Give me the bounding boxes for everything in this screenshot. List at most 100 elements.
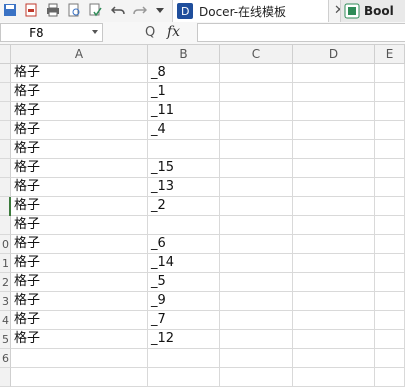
cell[interactable]: [148, 216, 220, 235]
cell[interactable]: _13: [148, 178, 220, 197]
row-header[interactable]: [0, 216, 11, 235]
cell[interactable]: [148, 140, 220, 159]
insert-function-button[interactable]: fx: [167, 24, 180, 40]
tab-book[interactable]: Bool: [340, 0, 405, 22]
cell[interactable]: [148, 349, 220, 368]
cell[interactable]: [220, 292, 293, 311]
cell[interactable]: _8: [148, 64, 220, 83]
cell[interactable]: 格子: [11, 311, 148, 330]
cell[interactable]: 格子: [11, 292, 148, 311]
row-header[interactable]: [0, 178, 11, 197]
cell[interactable]: [375, 121, 405, 140]
row-header[interactable]: 5: [0, 330, 11, 349]
column-header-b[interactable]: B: [148, 45, 220, 64]
cell[interactable]: _5: [148, 273, 220, 292]
cell[interactable]: [220, 311, 293, 330]
cell[interactable]: 格子: [11, 102, 148, 121]
cell[interactable]: [375, 254, 405, 273]
cell[interactable]: [220, 140, 293, 159]
print-icon[interactable]: [46, 3, 60, 17]
cell[interactable]: [220, 102, 293, 121]
cell[interactable]: [293, 235, 375, 254]
undo-icon[interactable]: [111, 3, 125, 17]
cell[interactable]: [220, 254, 293, 273]
zoom-icon[interactable]: Q: [145, 25, 155, 40]
cell[interactable]: 格子: [11, 273, 148, 292]
cell[interactable]: 格子: [11, 64, 148, 83]
cell[interactable]: [375, 197, 405, 216]
column-header-e[interactable]: E: [375, 45, 405, 64]
cell[interactable]: [293, 178, 375, 197]
save-icon[interactable]: [3, 3, 17, 17]
cell[interactable]: _2: [148, 197, 220, 216]
cell[interactable]: 格子: [11, 140, 148, 159]
cell[interactable]: [293, 254, 375, 273]
cell[interactable]: _4: [148, 121, 220, 140]
column-header-a[interactable]: A: [11, 45, 148, 64]
select-all-corner[interactable]: [0, 45, 11, 64]
cell[interactable]: 格子: [11, 330, 148, 349]
row-header[interactable]: [0, 121, 11, 140]
cell[interactable]: _11: [148, 102, 220, 121]
cell[interactable]: [293, 349, 375, 368]
cell[interactable]: [220, 273, 293, 292]
cell[interactable]: [375, 159, 405, 178]
cell[interactable]: [293, 273, 375, 292]
cell[interactable]: [220, 159, 293, 178]
cell[interactable]: _12: [148, 330, 220, 349]
cell[interactable]: [220, 216, 293, 235]
cell[interactable]: [293, 140, 375, 159]
cell[interactable]: [220, 349, 293, 368]
tab-docer-templates[interactable]: D Docer-在线模板: [172, 0, 329, 22]
formula-input[interactable]: [197, 23, 405, 42]
cell[interactable]: [375, 102, 405, 121]
cell[interactable]: _9: [148, 292, 220, 311]
cell[interactable]: 格子: [11, 216, 148, 235]
cell[interactable]: [293, 64, 375, 83]
row-header[interactable]: 4: [0, 311, 11, 330]
row-header[interactable]: 3: [0, 292, 11, 311]
print-preview-icon[interactable]: [67, 3, 81, 17]
column-header-d[interactable]: D: [293, 45, 375, 64]
cell[interactable]: _14: [148, 254, 220, 273]
row-header[interactable]: [0, 83, 11, 102]
cell[interactable]: 格子: [11, 83, 148, 102]
cell[interactable]: [293, 159, 375, 178]
row-header[interactable]: [0, 140, 11, 159]
cell[interactable]: [293, 102, 375, 121]
row-header[interactable]: 2: [0, 273, 11, 292]
row-header[interactable]: 1: [0, 254, 11, 273]
cell[interactable]: [375, 311, 405, 330]
spell-check-icon[interactable]: [88, 3, 102, 17]
cell[interactable]: [220, 330, 293, 349]
cell[interactable]: [220, 197, 293, 216]
cell[interactable]: [293, 216, 375, 235]
cell[interactable]: [293, 121, 375, 140]
cell[interactable]: [375, 349, 405, 368]
cell[interactable]: 格子: [11, 197, 148, 216]
cell[interactable]: [220, 64, 293, 83]
export-pdf-icon[interactable]: [24, 3, 38, 17]
redo-icon[interactable]: [133, 3, 147, 17]
row-header[interactable]: [0, 159, 11, 178]
cell[interactable]: 格子: [11, 178, 148, 197]
cell[interactable]: [220, 178, 293, 197]
cell[interactable]: _1: [148, 83, 220, 102]
row-header[interactable]: [0, 102, 11, 121]
cell[interactable]: [293, 330, 375, 349]
cell[interactable]: [375, 83, 405, 102]
cell[interactable]: [220, 235, 293, 254]
row-header[interactable]: 6: [0, 349, 11, 368]
column-header-c[interactable]: C: [220, 45, 293, 64]
cell[interactable]: [220, 121, 293, 140]
cell[interactable]: [375, 292, 405, 311]
cell[interactable]: [375, 216, 405, 235]
cell[interactable]: [11, 349, 148, 368]
cell[interactable]: _7: [148, 311, 220, 330]
cell[interactable]: [375, 273, 405, 292]
cell[interactable]: [293, 83, 375, 102]
name-box[interactable]: F8: [0, 23, 103, 42]
cell[interactable]: [375, 64, 405, 83]
toolbar-dropdown-icon[interactable]: [155, 5, 165, 15]
cell[interactable]: [375, 330, 405, 349]
